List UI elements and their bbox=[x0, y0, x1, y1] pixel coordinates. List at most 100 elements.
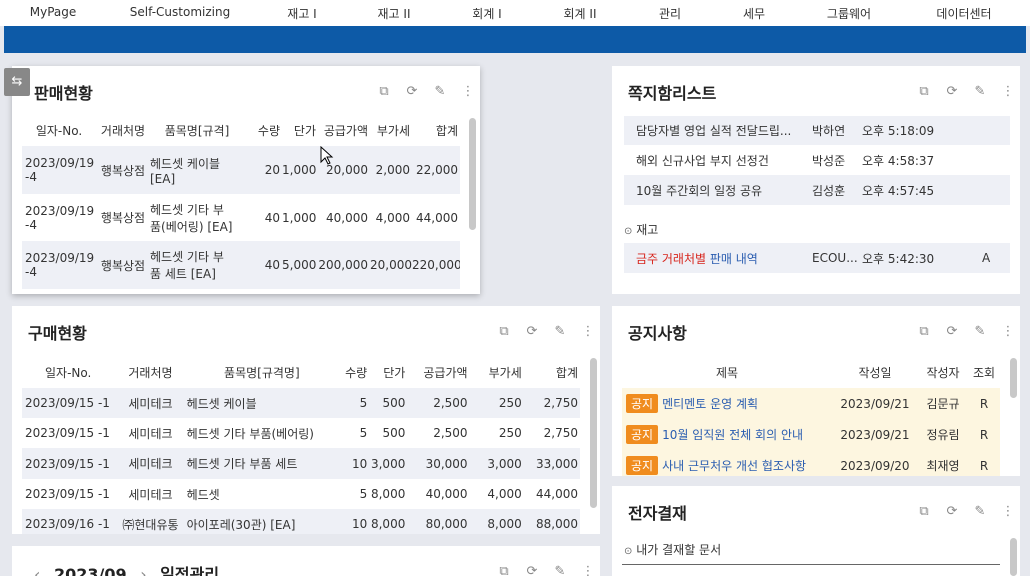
purchase-date-link[interactable]: 2023/09/15 -1 bbox=[22, 388, 115, 418]
refresh-icon[interactable]: ⟳ bbox=[518, 564, 546, 576]
edit-icon[interactable]: ✎ bbox=[546, 324, 574, 339]
purchase-date-link[interactable]: 2023/09/15 -1 bbox=[22, 448, 115, 479]
col-item[interactable]: 품목명[규격] bbox=[150, 114, 244, 146]
purchase-date-link[interactable]: 2023/09/15 -1 bbox=[22, 479, 114, 509]
col-item[interactable]: 품목명[규격명] bbox=[187, 356, 338, 388]
col-total[interactable]: 합계 bbox=[412, 114, 460, 146]
sales-panel: 판매현황 ⧉ ⟳ ✎ ⋮ 일자-No. 거래처명 품목명[규격] 수량 단가 공급가액… bbox=[12, 66, 480, 294]
col-date[interactable]: 작성일 bbox=[832, 356, 918, 388]
col-views[interactable]: 조회 bbox=[968, 356, 1000, 388]
memo-subject[interactable]: 담당자별 영업 실적 전달드립... bbox=[624, 116, 812, 145]
col-client[interactable]: 거래처명 bbox=[96, 114, 150, 146]
notice-subject[interactable]: 공지 사내 근무처우 개선 협조사항 bbox=[622, 450, 832, 476]
more-icon[interactable]: ⋮ bbox=[574, 564, 600, 576]
refresh-icon[interactable]: ⟳ bbox=[938, 504, 966, 519]
sales-date-link[interactable]: 2023/09/19 -4 bbox=[22, 146, 96, 194]
popout-icon[interactable]: ⧉ bbox=[490, 564, 518, 576]
col-qty[interactable]: 수량 bbox=[244, 114, 282, 146]
nav-groupware[interactable]: 그룹웨어 bbox=[827, 5, 871, 22]
table-row[interactable]: 2023/09/19 -4 행복상점 헤드셋 기타 부 품(베어링) [EA] 40… bbox=[22, 194, 460, 241]
notice-subject[interactable]: 공지 멘티멘토 운영 계획 bbox=[622, 388, 832, 419]
popout-icon[interactable]: ⧉ bbox=[370, 84, 398, 99]
table-row[interactable]: 2023/09/15 -1 세미테크 헤드셋 기타 부품 세트 10 3,000 30,0… bbox=[22, 448, 580, 479]
nav-accounting-1[interactable]: 회계 I bbox=[472, 5, 501, 22]
more-icon[interactable]: ⋮ bbox=[994, 84, 1020, 99]
more-icon[interactable]: ⋮ bbox=[574, 324, 600, 339]
nav-mypage[interactable]: MyPage bbox=[30, 5, 77, 19]
edit-icon[interactable]: ✎ bbox=[546, 564, 574, 576]
notice-scrollbar[interactable] bbox=[1010, 358, 1017, 398]
table-row[interactable]: 공지 사내 근무처우 개선 협조사항 2023/09/20 최재영 R bbox=[622, 450, 1000, 476]
popout-icon[interactable]: ⧉ bbox=[910, 324, 938, 339]
nav-data-center[interactable]: 데이터센터 bbox=[936, 5, 991, 22]
table-row[interactable]: 2023/09/16 -1 ㈜현대유통 아이포레(30관) [EA] 10 8,000 8… bbox=[22, 509, 580, 534]
popout-icon[interactable]: ⧉ bbox=[910, 84, 938, 99]
edit-icon[interactable]: ✎ bbox=[966, 324, 994, 339]
col-date[interactable]: 일자-No. bbox=[22, 114, 96, 146]
refresh-icon[interactable]: ⟳ bbox=[938, 84, 966, 99]
refresh-icon[interactable]: ⟳ bbox=[398, 84, 426, 99]
clock-icon: ⊙ bbox=[624, 226, 633, 237]
more-icon[interactable]: ⋮ bbox=[454, 84, 480, 99]
table-row[interactable]: 2023/09/15 -1 세미테크 헤드셋 기타 부품(베어링) 5 500 2,500… bbox=[22, 418, 580, 448]
memo-subject[interactable]: 10월 주간회의 일정 공유 bbox=[624, 175, 812, 205]
col-price[interactable]: 단가 bbox=[369, 356, 407, 388]
col-total[interactable]: 합계 bbox=[524, 356, 580, 388]
list-item[interactable]: 담당자별 영업 실적 전달드립... 박하연 오후 5:18:09 bbox=[624, 116, 1010, 145]
popout-icon[interactable]: ⧉ bbox=[490, 324, 518, 339]
refresh-icon[interactable]: ⟳ bbox=[518, 324, 546, 339]
edit-icon[interactable]: ✎ bbox=[426, 84, 454, 99]
col-client[interactable]: 거래처명 bbox=[114, 356, 186, 388]
notice-subject[interactable]: 공지 10월 임직원 전체 회의 안내 bbox=[622, 419, 832, 450]
swap-toggle-icon[interactable]: ⇆ bbox=[4, 68, 30, 96]
sales-date-link[interactable]: 2023/09/19 -4 bbox=[22, 194, 96, 241]
purchase-date-link[interactable]: 2023/09/15 -1 bbox=[22, 418, 114, 448]
refresh-icon[interactable]: ⟳ bbox=[938, 324, 966, 339]
col-author[interactable]: 작성자 bbox=[918, 356, 968, 388]
edit-icon[interactable]: ✎ bbox=[966, 504, 994, 519]
col-subject[interactable]: 제목 bbox=[622, 356, 832, 388]
nav-management[interactable]: 관리 bbox=[659, 5, 681, 22]
col-vat[interactable]: 부가세 bbox=[370, 114, 412, 146]
nav-inventory-2[interactable]: 재고 II bbox=[378, 5, 411, 22]
more-icon[interactable]: ⋮ bbox=[994, 504, 1020, 519]
more-icon[interactable]: ⋮ bbox=[994, 324, 1020, 339]
list-item[interactable]: 10월 주간회의 일정 공유 김성훈 오후 4:57:45 bbox=[624, 175, 1010, 205]
chevron-right-icon[interactable]: › bbox=[140, 565, 146, 576]
table-row[interactable]: 2023/09/15 -1 세미테크 헤드셋 5 8,000 40,000 4,000 44,… bbox=[22, 479, 580, 509]
col-price[interactable]: 단가 bbox=[282, 114, 318, 146]
list-item[interactable]: 금주 거래처별 판매 내역 ECOU... 오후 5:42:30 A bbox=[624, 243, 1010, 273]
memo-subject[interactable]: 해외 신규사업 부지 선정건 bbox=[624, 145, 812, 175]
nav-accounting-2[interactable]: 회계 II bbox=[564, 5, 597, 22]
table-row[interactable]: 2023/09/19 -4 행복상점 헤드셋 기타 부품 세트 [EA] 40 5… bbox=[22, 241, 460, 289]
inventory-subject[interactable]: 금주 거래처별 판매 내역 bbox=[624, 243, 812, 273]
table-row[interactable]: 2023/09/15 -1 세미테크 헤드셋 케이블 5 500 2,500 250 2,75… bbox=[22, 388, 580, 418]
nav-tax[interactable]: 세무 bbox=[743, 5, 765, 22]
client-cell: 세미테크 bbox=[128, 487, 173, 502]
views-cell: R bbox=[979, 458, 989, 473]
nav-inventory-1[interactable]: 재고 I bbox=[287, 5, 316, 22]
approval-scrollbar[interactable] bbox=[1010, 538, 1017, 576]
col-qty[interactable]: 수량 bbox=[337, 356, 369, 388]
purchase-header-row: 일자-No. 거래처명 품목명[규격명] 수량 단가 공급가액 부가세 합계 bbox=[22, 356, 580, 388]
table-row[interactable]: 공지 10월 임직원 전체 회의 안내 2023/09/21 정유림 R bbox=[622, 419, 1000, 450]
col-supply[interactable]: 공급가액 bbox=[407, 356, 469, 388]
col-date[interactable]: 일자-No. bbox=[22, 356, 114, 388]
subject-highlight: 금주 거래처별 bbox=[636, 251, 707, 266]
col-vat[interactable]: 부가세 bbox=[470, 356, 524, 388]
schedule-header: ‹ 2023/09 › 일정관리 bbox=[34, 561, 219, 576]
nav-self-customizing[interactable]: Self-Customizing bbox=[130, 5, 230, 19]
col-supply[interactable]: 공급가액 bbox=[318, 114, 370, 146]
sales-scrollbar[interactable] bbox=[469, 118, 476, 230]
chevron-left-icon[interactable]: ‹ bbox=[34, 565, 40, 576]
edit-icon[interactable]: ✎ bbox=[966, 84, 994, 99]
approval-toolbar: ⧉ ⟳ ✎ ⋮ bbox=[910, 504, 1020, 519]
table-row[interactable]: 2023/09/19 -4 행복상점 헤드셋 케이블 [EA] 20 1,000 2… bbox=[22, 146, 460, 194]
popout-icon[interactable]: ⧉ bbox=[910, 504, 938, 519]
sales-date-link[interactable]: 2023/09/19 -4 bbox=[22, 241, 96, 289]
purchase-date-link[interactable]: 2023/09/16 -1 bbox=[22, 509, 115, 534]
table-row[interactable]: 공지 멘티멘토 운영 계획 2023/09/21 김문규 R bbox=[622, 388, 1000, 419]
purchase-scrollbar[interactable] bbox=[590, 358, 597, 508]
list-item[interactable]: 해외 신규사업 부지 선정건 박성준 오후 4:58:37 bbox=[624, 145, 1010, 175]
notice-toolbar: ⧉ ⟳ ✎ ⋮ bbox=[910, 324, 1020, 339]
